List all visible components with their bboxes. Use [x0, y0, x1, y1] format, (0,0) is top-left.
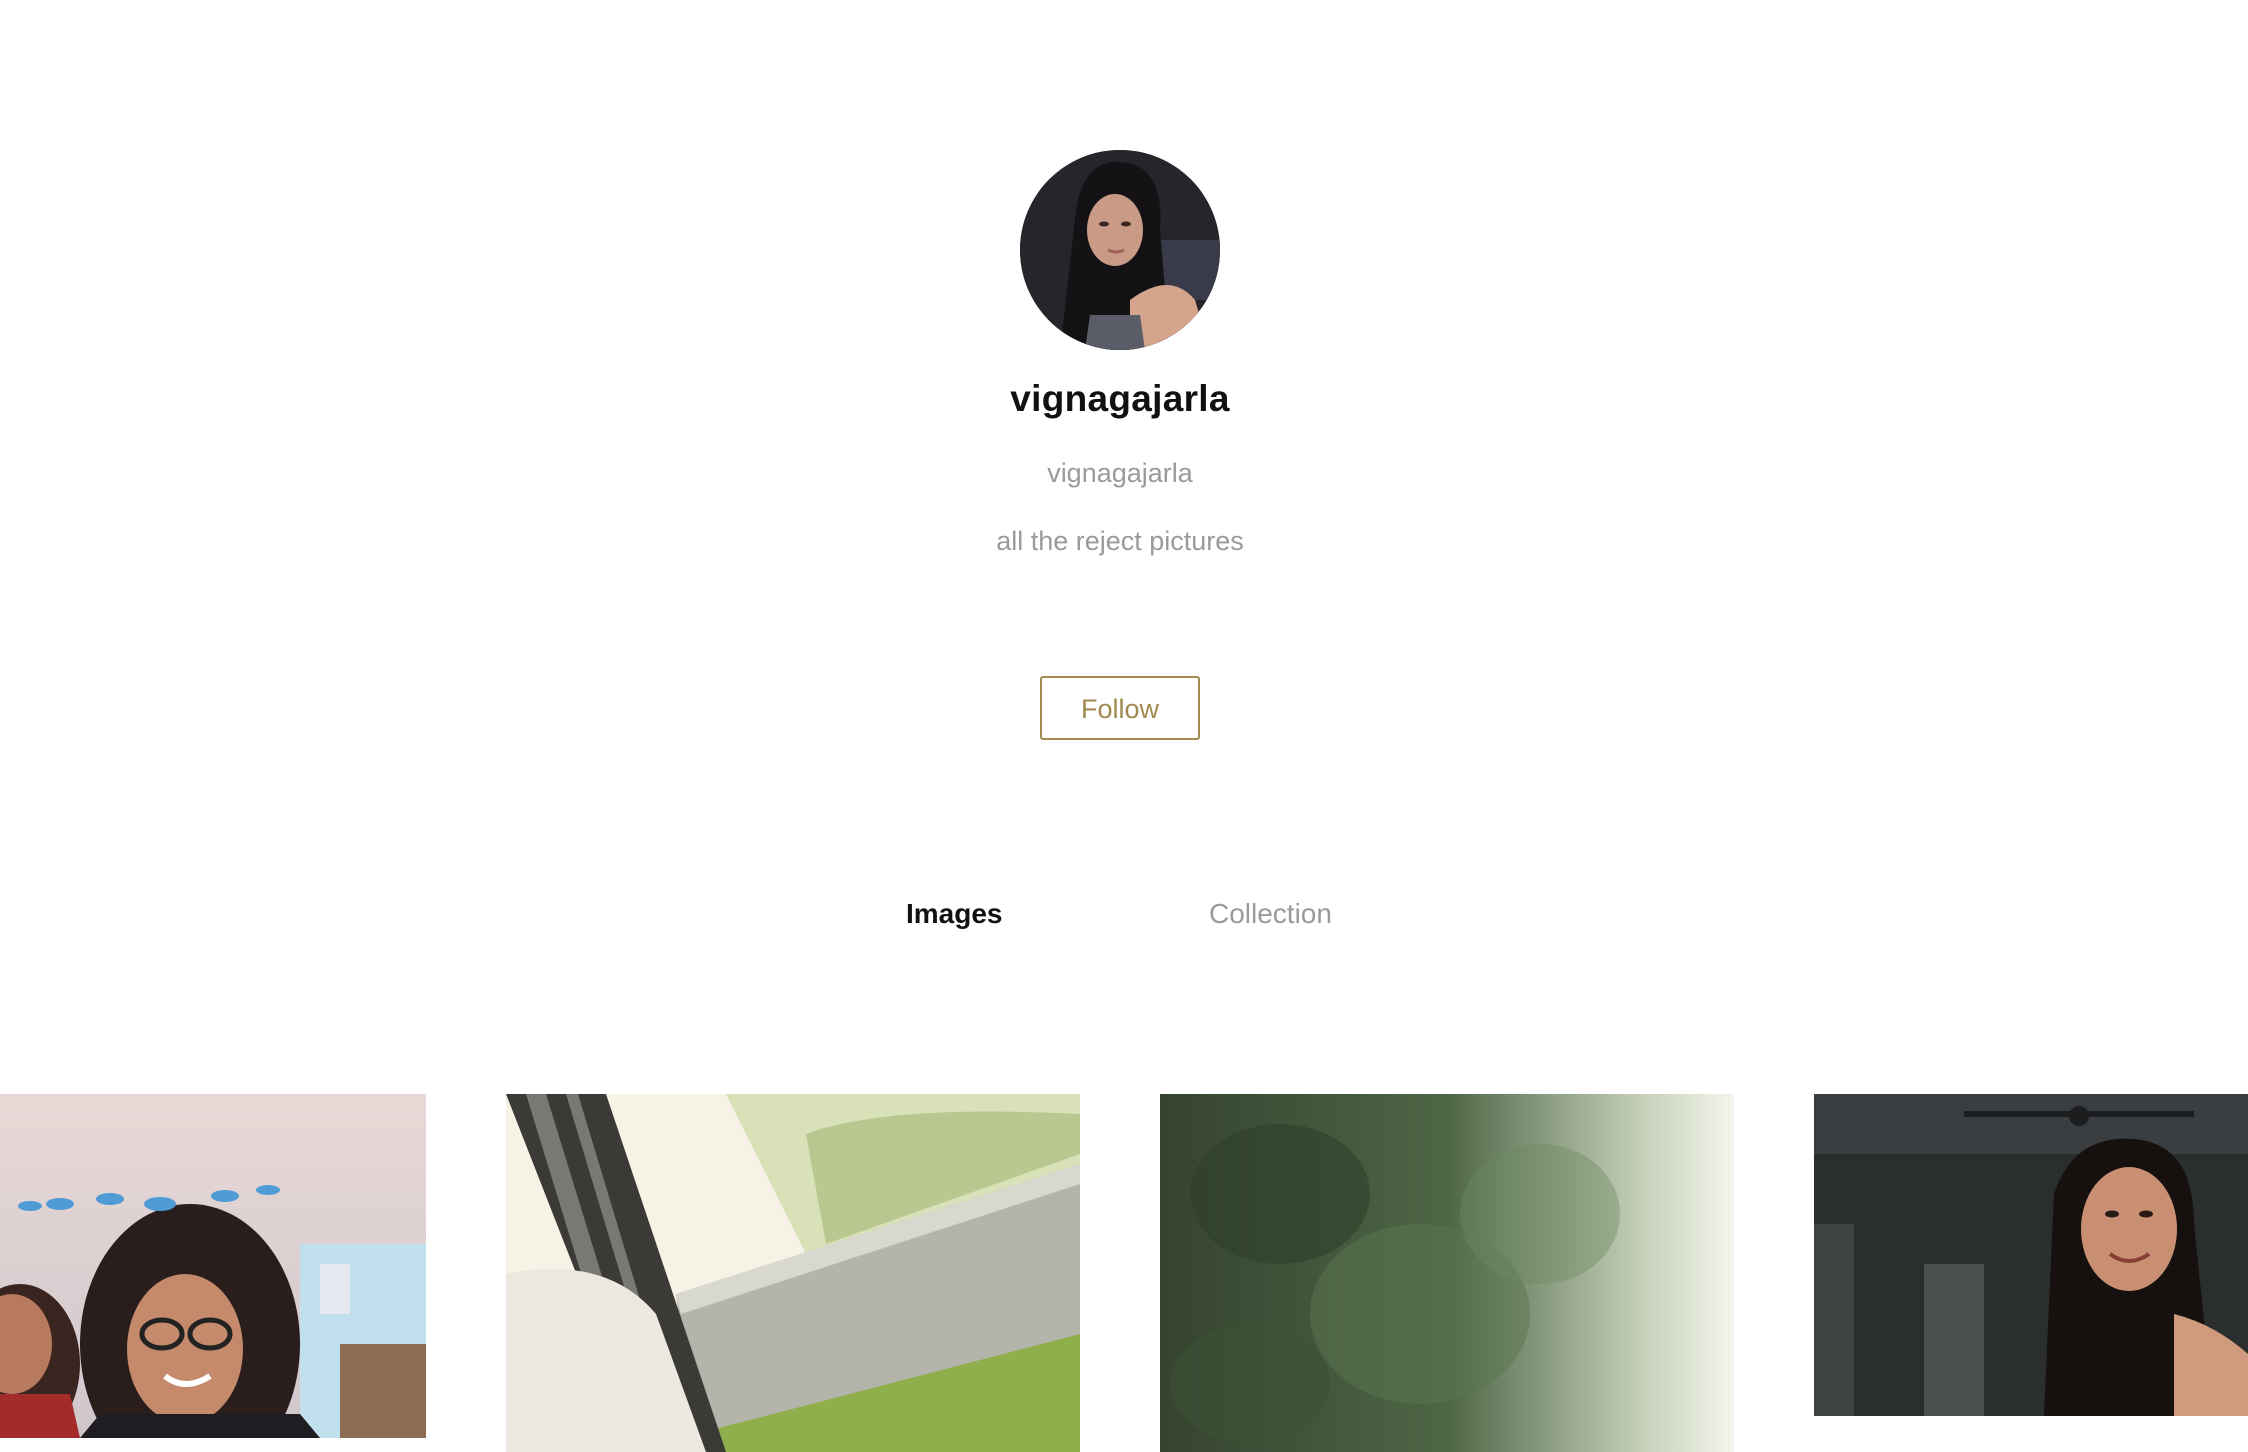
trees-image	[1160, 1094, 1734, 1452]
username: vignagajarla	[1047, 458, 1193, 488]
tab-collection[interactable]: Collection	[1209, 898, 1332, 930]
display-name: vignagajarla	[1010, 378, 1230, 419]
tab-images[interactable]: Images	[906, 898, 1003, 930]
avatar-image	[1020, 150, 1220, 350]
classroom-selfie-image	[0, 1094, 426, 1438]
follow-button[interactable]: Follow	[1040, 676, 1200, 740]
bio: all the reject pictures	[996, 526, 1244, 556]
gallery-photo[interactable]	[1814, 1094, 2248, 1416]
smiling-selfie-image	[1814, 1094, 2248, 1416]
gallery-photo[interactable]	[506, 1094, 1080, 1452]
profile-page: vignagajarla vignagajarla all the reject…	[0, 0, 2248, 1452]
avatar[interactable]	[1020, 150, 1220, 350]
gallery-photo[interactable]	[0, 1094, 426, 1438]
gallery-photo[interactable]	[1160, 1094, 1734, 1452]
window-grass-image	[506, 1094, 1080, 1452]
